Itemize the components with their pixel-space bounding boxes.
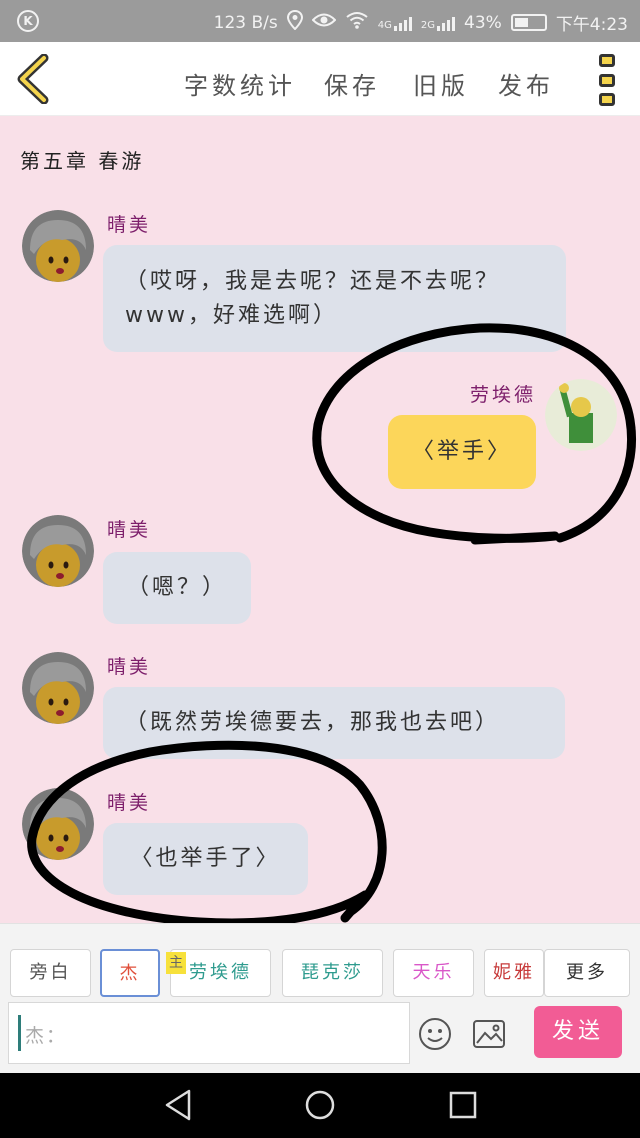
role-label: 琵克莎 <box>301 962 364 983</box>
role-label: 旁白 <box>29 962 72 983</box>
annotation-circle <box>312 323 636 545</box>
smiley-icon <box>419 1018 451 1050</box>
role-label: 妮雅 <box>493 962 535 983</box>
role-nya[interactable]: 妮雅 <box>484 949 544 997</box>
composer-panel: 旁白 杰 劳埃德 主 琵克莎 天乐 妮雅 更多 杰： 发送 <box>0 923 640 1073</box>
back-nav-button[interactable] <box>163 1088 193 1126</box>
system-nav-bar <box>0 1073 640 1138</box>
role-label: 更多 <box>566 962 608 983</box>
role-narrator[interactable]: 旁白 <box>10 949 91 997</box>
role-label: 天乐 <box>412 962 455 983</box>
message-input[interactable]: 杰： <box>8 1002 410 1064</box>
recents-nav-button[interactable] <box>448 1088 478 1126</box>
role-label: 劳埃德 <box>189 962 252 983</box>
role-label: 杰 <box>119 963 141 984</box>
square-recents-icon <box>449 1091 477 1119</box>
home-nav-button[interactable] <box>304 1088 336 1126</box>
image-icon <box>473 1020 505 1048</box>
role-jay[interactable]: 杰 <box>100 949 160 997</box>
send-button[interactable]: 发送 <box>534 1006 622 1058</box>
input-value: 杰： <box>25 1025 68 1047</box>
emoji-button[interactable] <box>418 1017 452 1055</box>
triangle-back-icon <box>165 1089 191 1121</box>
annotation-circle <box>27 740 387 928</box>
image-button[interactable] <box>472 1019 506 1053</box>
circle-home-icon <box>305 1090 335 1120</box>
more-roles-button[interactable]: 更多 <box>544 949 630 997</box>
text-caret <box>18 1015 21 1051</box>
role-tianle[interactable]: 天乐 <box>393 949 474 997</box>
main-character-badge: 主 <box>166 952 186 974</box>
role-pixal[interactable]: 琵克莎 <box>282 949 383 997</box>
